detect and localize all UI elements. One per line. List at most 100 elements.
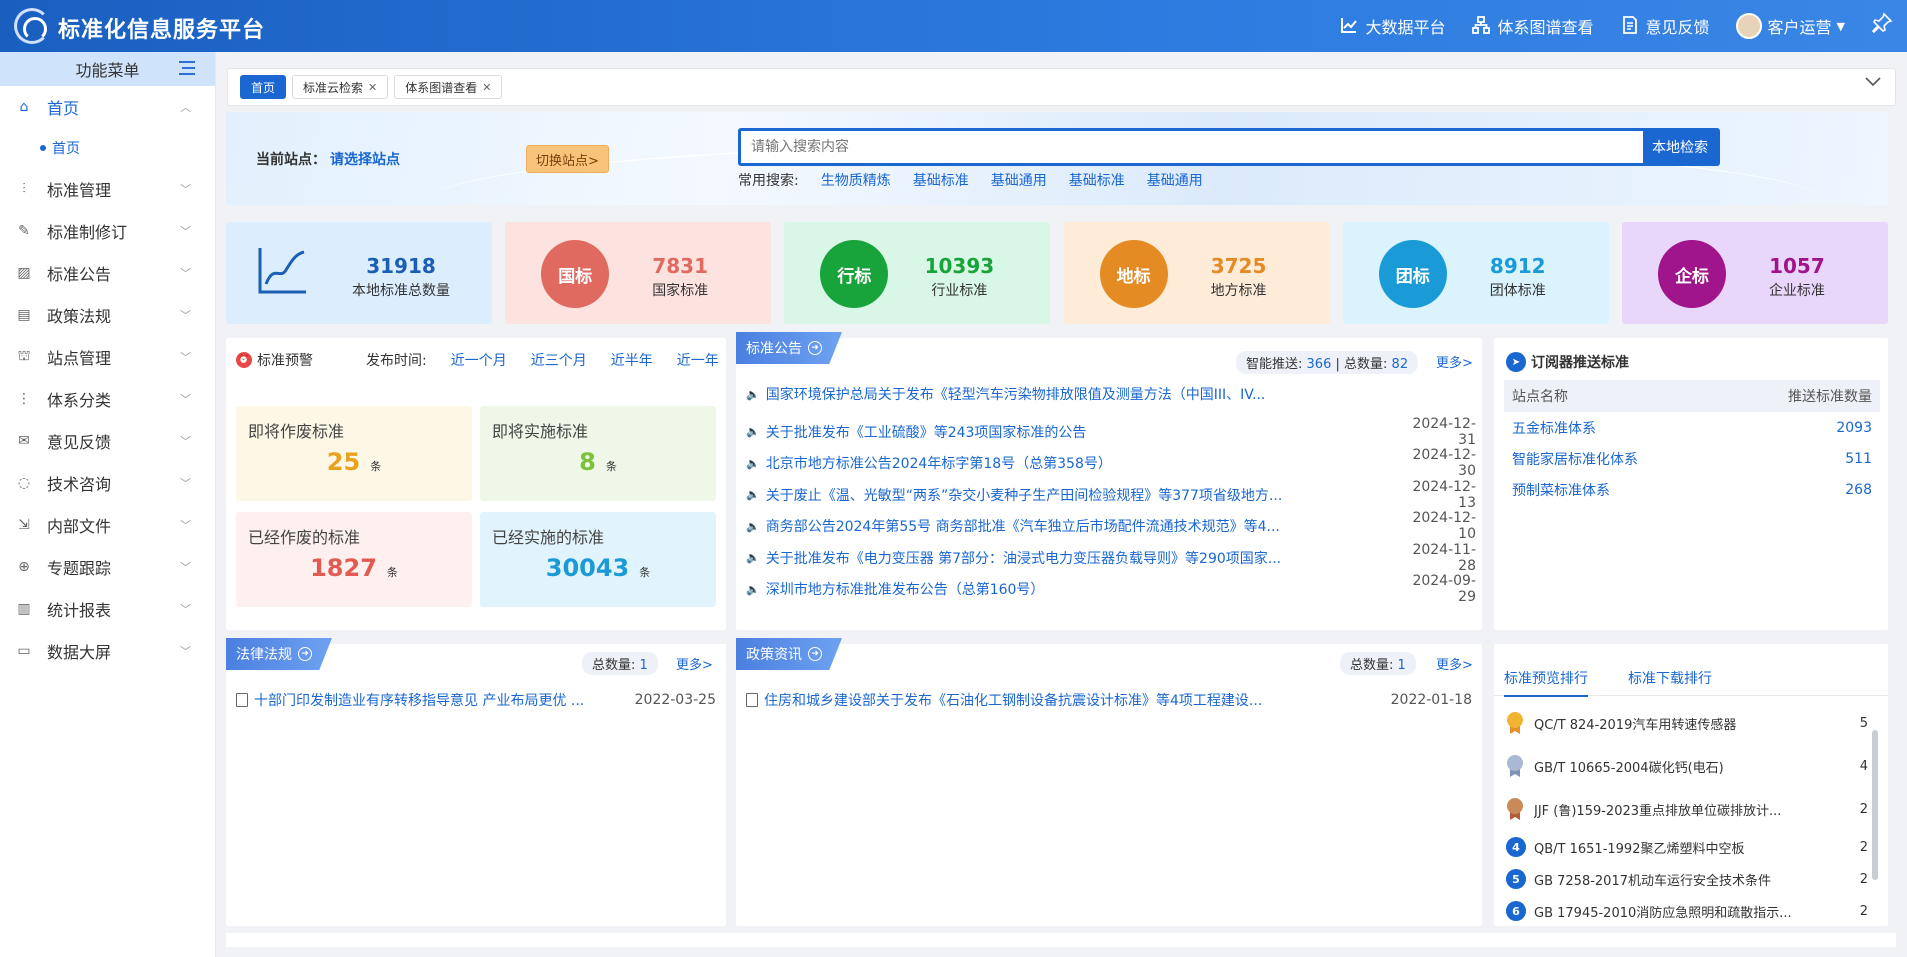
- document-icon: [236, 693, 248, 707]
- sidebar-subitem-home[interactable]: 首页: [0, 128, 215, 168]
- chevron-down-icon: ﹀: [180, 561, 191, 574]
- ranking-item[interactable]: GB/T 10665-2004碳化钙(电石) 4: [1506, 755, 1868, 777]
- sidebar-item[interactable]: ▥ 统计报表 ﹀: [0, 588, 215, 630]
- policy-more-link[interactable]: 更多>: [1436, 654, 1473, 673]
- period-one-month[interactable]: 近一个月: [451, 350, 507, 370]
- announcements-more-link[interactable]: 更多>: [1436, 352, 1473, 371]
- period-half-year[interactable]: 近半年: [611, 350, 653, 370]
- user-menu[interactable]: 客户运营 ▼: [1735, 13, 1845, 39]
- hot-word[interactable]: 基础通用: [1147, 170, 1203, 190]
- topnav-feedback[interactable]: 意见反馈: [1620, 14, 1710, 38]
- list-item[interactable]: 🔈 关于批准发布《电力变压器 第7部分：油浸式电力变压器负载导则》等290项国家.…: [746, 542, 1476, 574]
- search-input[interactable]: [741, 131, 1643, 163]
- warning-box-implemented[interactable]: 已经实施的标准 30043 条: [480, 512, 716, 607]
- announcements-counts: 智能推送: 366 | 总数量: 82: [1236, 351, 1419, 374]
- hot-word[interactable]: 基础标准: [913, 170, 969, 190]
- local-search-button[interactable]: 本地检索: [1643, 131, 1717, 163]
- period-one-year[interactable]: 近一年: [677, 350, 719, 370]
- laws-ribbon[interactable]: 法律法规 ➜: [226, 638, 332, 670]
- policy-item[interactable]: 住房和城乡建设部关于发布《石油化工钢制设备抗震设计标准》等4项工程建设... 2…: [746, 690, 1472, 710]
- stat-card[interactable]: 团标 8912 团体标准: [1342, 222, 1609, 324]
- station-value[interactable]: 请选择站点: [330, 152, 400, 168]
- medal-icon: [1506, 798, 1524, 820]
- laws-item[interactable]: 十部门印发制造业有序转移指导意见 产业布局更优 ... 2022-03-25: [236, 690, 716, 710]
- chevron-down-icon[interactable]: [1865, 75, 1881, 91]
- col-station-name: 站点名称: [1512, 389, 1568, 405]
- stat-card[interactable]: 31918 本地标准总数量: [226, 222, 492, 324]
- total-label: 总数量:: [592, 658, 636, 673]
- laws-title: 法律法规: [236, 647, 292, 663]
- ranking-item[interactable]: QC/T 824-2019汽车用转速传感器 5: [1506, 712, 1868, 734]
- list-item[interactable]: 🔈 深圳市地方标准批准发布公告（总第160号） 2024-09-29: [746, 573, 1476, 605]
- hot-word[interactable]: 基础标准: [1069, 170, 1125, 190]
- list-item[interactable]: 🔈 关于废止《温、光敏型“两系”杂交小麦种子生产田间检验规程》等377项省级地方.…: [746, 479, 1476, 511]
- row-count: 268: [1845, 481, 1872, 498]
- stat-card[interactable]: 国标 7831 国家标准: [505, 222, 772, 324]
- list-item[interactable]: 🔈 商务部公告2024年第55号 商务部批准《汽车独立后市场配件流通技术规范》等4…: [746, 510, 1476, 542]
- total-value: 1: [639, 658, 648, 673]
- sidebar-item[interactable]: ▤ 政策法规 ﹀: [0, 294, 215, 336]
- table-row[interactable]: 五金标准体系 2093: [1504, 412, 1880, 443]
- ranking-item[interactable]: 4 QB/T 1651-1992聚乙烯塑料中空板 2: [1506, 837, 1868, 857]
- pin-icon[interactable]: [1871, 12, 1893, 40]
- ranking-item-count: 4: [1859, 758, 1868, 774]
- sidebar-item[interactable]: ⛫ 站点管理 ﹀: [0, 336, 215, 378]
- ranking-item-count: 2: [1859, 839, 1868, 855]
- list-item[interactable]: 🔈 北京市地方标准公告2024年标字第18号（总第358号） 2024-12-30: [746, 447, 1476, 479]
- hot-word[interactable]: 生物质精炼: [821, 170, 891, 190]
- warning-box-expired[interactable]: 已经作废的标准 1827 条: [236, 512, 472, 607]
- sidebar-item[interactable]: ⇲ 内部文件 ﹀: [0, 504, 215, 546]
- sidebar-item-label: 统计报表: [47, 601, 112, 620]
- warning-box-expiring[interactable]: 即将作废标准 25 条: [236, 406, 472, 501]
- menu-toggle-icon[interactable]: [179, 61, 195, 75]
- tab-cloud-search[interactable]: 标准云检索 ✕: [292, 75, 389, 99]
- tab-home[interactable]: 首页: [240, 75, 287, 99]
- ranking-item-name: GB 7258-2017机动车运行安全技术条件: [1534, 873, 1771, 889]
- close-icon[interactable]: ✕: [482, 81, 491, 94]
- scrollbar[interactable]: [1872, 730, 1878, 880]
- sidebar-item[interactable]: ⫶ 标准管理 ﹀: [0, 168, 215, 210]
- sidebar-item[interactable]: ▭ 数据大屏 ﹀: [0, 630, 215, 672]
- tab-graph[interactable]: 体系图谱查看 ✕: [394, 75, 503, 99]
- announcements-ribbon[interactable]: 标准公告 ➜: [736, 332, 842, 364]
- sidebar-item[interactable]: ⌂ 首页 ︿: [0, 86, 215, 128]
- announcement-title: 关于批准发布《电力变压器 第7部分：油浸式电力变压器负载导则》等290项国家..…: [765, 550, 1282, 567]
- table-row[interactable]: 预制菜标准体系 268: [1504, 474, 1880, 505]
- sidebar-item[interactable]: ◌ 技术咨询 ﹀: [0, 462, 215, 504]
- policy-ribbon[interactable]: 政策资讯 ➜: [736, 638, 842, 670]
- laws-more-link[interactable]: 更多>: [676, 654, 713, 673]
- list-item[interactable]: 🔈 国家环境保护总局关于发布《轻型汽车污染物排放限值及测量方法（中国III、IV.…: [746, 384, 1476, 404]
- stat-card[interactable]: 地标 3725 地方标准: [1063, 222, 1330, 324]
- period-three-months[interactable]: 近三个月: [531, 350, 587, 370]
- table-row[interactable]: 智能家居标准化体系 511: [1504, 443, 1880, 474]
- list-item[interactable]: 🔈 关于批准发布《工业硫酸》等243项国家标准的公告 2024-12-31: [746, 416, 1476, 448]
- tab-home-label: 首页: [251, 80, 276, 95]
- sidebar-item-label: 政策法规: [47, 307, 112, 326]
- hot-words-label: 常用搜索:: [738, 173, 799, 189]
- switch-station-button[interactable]: 切换站点>: [526, 145, 609, 173]
- topnav-graph[interactable]: 体系图谱查看: [1471, 14, 1594, 38]
- warning-title: 标准预警: [257, 353, 313, 369]
- tab-download-ranking[interactable]: 标准下载排行: [1628, 664, 1712, 696]
- sidebar-item[interactable]: ⋮ 体系分类 ﹀: [0, 378, 215, 420]
- close-icon[interactable]: ✕: [368, 81, 377, 94]
- ranking-item[interactable]: JJF (鲁)159-2023重点排放单位碳排放计... 2: [1506, 798, 1868, 820]
- ranking-item[interactable]: 6 GB 17945-2010消防应急照明和疏散指示... 2: [1506, 901, 1868, 921]
- tab-preview-ranking[interactable]: 标准预览排行: [1504, 664, 1588, 697]
- total-label: 总数量:: [1350, 658, 1394, 673]
- stat-card[interactable]: 行标 10393 行业标准: [784, 222, 1051, 324]
- stat-badge: 行标: [820, 240, 889, 308]
- stat-card[interactable]: 企标 1057 企业标准: [1621, 222, 1888, 324]
- laws-panel: 法律法规 ➜ 总数量: 1 更多> 十部门印发制造业有序转移指导意见 产业布局更…: [226, 638, 726, 926]
- sidebar-item[interactable]: ⊕ 专题跟踪 ﹀: [0, 546, 215, 588]
- speaker-icon: 🔈: [746, 519, 760, 533]
- sidebar-item[interactable]: ✎ 标准制修订 ﹀: [0, 210, 215, 252]
- hot-word[interactable]: 基础通用: [991, 170, 1047, 190]
- sidebar-item[interactable]: ✉ 意见反馈 ﹀: [0, 420, 215, 462]
- topnav-bigdata[interactable]: 大数据平台: [1339, 14, 1445, 38]
- sidebar-item[interactable]: ▨ 标准公告 ﹀: [0, 252, 215, 294]
- ranking-item[interactable]: 5 GB 7258-2017机动车运行安全技术条件 2: [1506, 869, 1868, 889]
- warning-box-unit: 条: [639, 566, 651, 579]
- stat-label: 国家标准: [652, 283, 709, 299]
- warning-box-implementing[interactable]: 即将实施标准 8条: [480, 406, 716, 501]
